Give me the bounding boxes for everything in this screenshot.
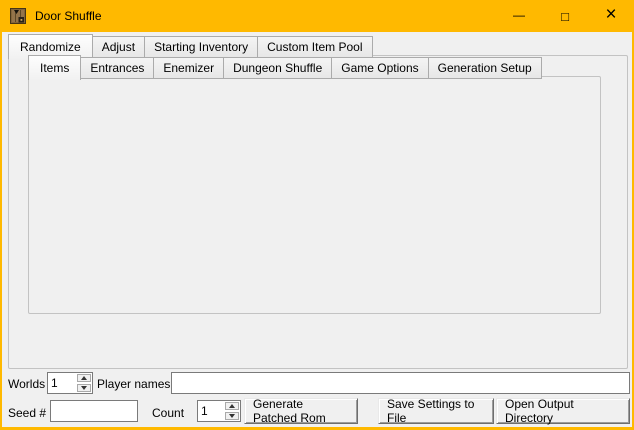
titlebar: Door Shuffle — □ × [0, 0, 634, 32]
spin-up-icon [81, 376, 87, 380]
count-spin-up-button[interactable] [225, 402, 239, 410]
spin-down-icon [81, 386, 87, 390]
open-output-directory-label: Open Output Directory [505, 397, 621, 425]
generate-patched-rom-button[interactable]: Generate Patched Rom [244, 398, 358, 424]
maximize-icon: □ [561, 9, 569, 24]
minimize-icon: — [513, 8, 525, 22]
generate-patched-rom-label: Generate Patched Rom [253, 397, 349, 425]
tab-generation-setup[interactable]: Generation Setup [428, 57, 542, 79]
count-label: Count [152, 406, 184, 420]
tab-items[interactable]: Items [28, 55, 81, 80]
seed-label: Seed # [8, 406, 46, 420]
spin-up-icon [229, 404, 235, 408]
save-settings-label: Save Settings to File [387, 397, 485, 425]
maximize-button[interactable]: □ [542, 0, 588, 32]
worlds-input[interactable] [48, 373, 75, 393]
close-button[interactable]: × [588, 0, 634, 32]
window-title: Door Shuffle [35, 9, 102, 23]
tab-entrances[interactable]: Entrances [80, 57, 154, 79]
save-settings-button[interactable]: Save Settings to File [378, 398, 494, 424]
count-spin-down-button[interactable] [225, 412, 239, 420]
secondary-tabs: Items Entrances Enemizer Dungeon Shuffle… [28, 55, 541, 79]
tab-dungeon-shuffle[interactable]: Dungeon Shuffle [223, 57, 332, 79]
window-border-left [0, 32, 2, 430]
items-tab-pane [28, 76, 601, 314]
worlds-spinbox[interactable] [47, 372, 93, 394]
spin-down-icon [229, 414, 235, 418]
player-names-input[interactable] [171, 372, 630, 394]
worlds-label: Worlds [8, 377, 45, 391]
open-output-directory-button[interactable]: Open Output Directory [496, 398, 630, 424]
count-spinbox[interactable] [197, 400, 241, 422]
door-shuffle-window: Door Shuffle — □ × Randomize Adjust Star… [0, 0, 634, 430]
close-icon: × [605, 4, 616, 26]
tab-game-options[interactable]: Game Options [331, 57, 428, 79]
player-names-label: Player names [97, 377, 170, 391]
worlds-spin-up-button[interactable] [77, 374, 91, 382]
count-input[interactable] [198, 401, 223, 421]
window-controls: — □ × [496, 0, 634, 32]
tab-enemizer[interactable]: Enemizer [153, 57, 224, 79]
worlds-spin-down-button[interactable] [77, 384, 91, 392]
minimize-button[interactable]: — [496, 0, 542, 32]
app-door-icon [10, 8, 26, 24]
seed-input[interactable] [50, 400, 138, 422]
